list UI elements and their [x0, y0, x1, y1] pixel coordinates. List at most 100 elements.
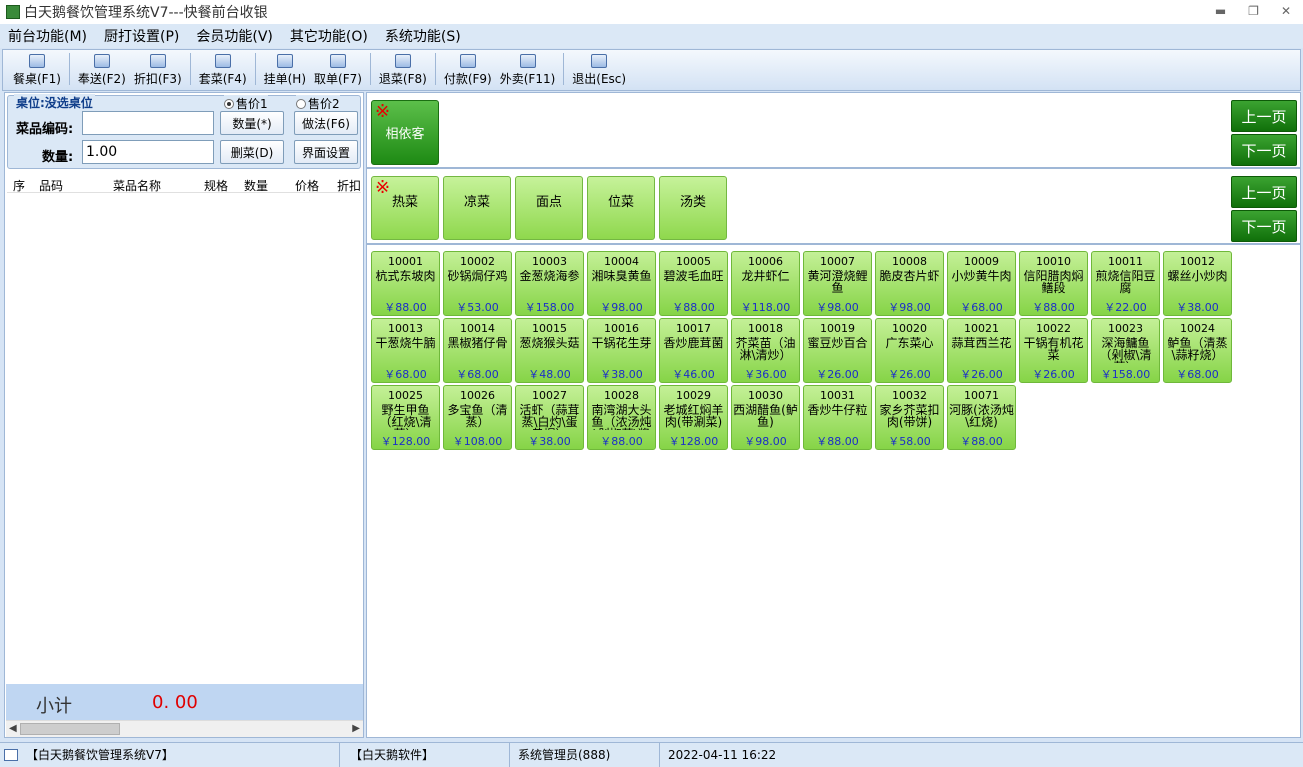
- qty-button[interactable]: 数量(*): [220, 111, 284, 135]
- category-label: 热菜: [391, 195, 418, 210]
- ui-settings-button[interactable]: 界面设置: [294, 140, 358, 164]
- dish-card[interactable]: 10004 湘味臭黄鱼 ￥98.00: [587, 251, 656, 316]
- col-spec: 规格: [204, 179, 229, 193]
- area-next-page-button[interactable]: 下一页: [1231, 134, 1297, 166]
- dish-card[interactable]: 10025 野生甲鱼（红烧\清蒸） ￥128.00: [371, 385, 440, 450]
- dish-card[interactable]: 10031 香炒牛仔粒 ￥88.00: [803, 385, 872, 450]
- dish-card[interactable]: 10002 砂锅焗仔鸡 ￥53.00: [443, 251, 512, 316]
- table-legend: 桌位:没选桌位: [14, 94, 95, 111]
- dish-card[interactable]: 10015 葱烧猴头菇 ￥48.00: [515, 318, 584, 383]
- toolbar-button-2[interactable]: 折扣(F3): [134, 54, 182, 87]
- dish-card[interactable]: 10017 香炒鹿茸菌 ￥46.00: [659, 318, 728, 383]
- price1-radio[interactable]: 售价1: [224, 95, 268, 112]
- dish-price: ￥158.00: [1100, 368, 1151, 381]
- dish-section: 10001 杭式东坡肉 ￥88.00 10002 砂锅焗仔鸡 ￥53.00 10003 金葱烧…: [367, 247, 1300, 737]
- dish-code: 10016: [604, 322, 639, 335]
- menu-other[interactable]: 其它功能(O): [290, 26, 368, 46]
- dish-card[interactable]: 10003 金葱烧海参 ￥158.00: [515, 251, 584, 316]
- dish-card[interactable]: 10024 鲈鱼（清蒸\蒜籽烧） ￥68.00: [1163, 318, 1232, 383]
- toolbar-button-0[interactable]: 餐桌(F1): [13, 54, 61, 87]
- dish-price: ￥26.00: [816, 368, 859, 381]
- dish-card[interactable]: 10016 干锅花生芽 ￥38.00: [587, 318, 656, 383]
- toolbar-label: 付款(F9): [443, 72, 492, 86]
- category-button[interactable]: 凉菜: [443, 176, 511, 240]
- dish-card[interactable]: 10026 多宝鱼（清蒸） ￥108.00: [443, 385, 512, 450]
- area-prev-page-button[interactable]: 上一页: [1231, 100, 1297, 132]
- price2-radio[interactable]: 售价2: [296, 95, 340, 112]
- dish-card[interactable]: 10030 西湖醋鱼(鲈鱼) ￥98.00: [731, 385, 800, 450]
- dish-code: 10027: [532, 389, 567, 402]
- dish-name: 螺丝小炒肉: [1167, 270, 1228, 283]
- dish-card[interactable]: 10014 黑椒猪仔骨 ￥68.00: [443, 318, 512, 383]
- dish-price: ￥88.00: [1032, 301, 1075, 314]
- dish-card[interactable]: 10008 脆皮杏片虾 ￥98.00: [875, 251, 944, 316]
- dish-card[interactable]: 10011 煎烧信阳豆腐 ￥22.00: [1091, 251, 1160, 316]
- dish-name: 杭式东坡肉: [375, 270, 436, 283]
- toolbar-button-7[interactable]: 付款(F9): [444, 54, 492, 87]
- dish-card[interactable]: 10021 蒜茸西兰花 ￥26.00: [947, 318, 1016, 383]
- dish-card[interactable]: 10029 老城红焖羊肉(带涮菜) ￥128.00: [659, 385, 728, 450]
- input-group: 桌位:没选桌位 售价1 售价2 菜品编码: 数量: 1.00 数量(*) 做法(…: [7, 94, 361, 169]
- scroll-right-icon[interactable]: ▶: [352, 723, 360, 734]
- scroll-thumb[interactable]: [20, 723, 120, 735]
- qty-input[interactable]: 1.00: [82, 140, 214, 164]
- dish-card[interactable]: 10009 小炒黄牛肉 ￥68.00: [947, 251, 1016, 316]
- dish-card[interactable]: 10022 干锅有机花菜 ￥26.00: [1019, 318, 1088, 383]
- dish-card[interactable]: 10028 南湾湖大头鱼（浓汤炖\剁椒蒸\酱烧） ￥88.00: [587, 385, 656, 450]
- toolbar-button-4[interactable]: 挂单(H): [264, 54, 306, 87]
- dish-card[interactable]: 10006 龙井虾仁 ￥118.00: [731, 251, 800, 316]
- dish-card[interactable]: 10012 螺丝小炒肉 ￥38.00: [1163, 251, 1232, 316]
- dish-price: ￥68.00: [960, 301, 1003, 314]
- maximize-icon[interactable]: ❐: [1248, 4, 1259, 18]
- toolbar-button-8[interactable]: 外卖(F11): [500, 54, 555, 87]
- horizontal-scrollbar[interactable]: ◀ ▶: [6, 720, 363, 737]
- status-company: 【白天鹅软件】: [342, 743, 510, 767]
- category-prev-page-button[interactable]: 上一页: [1231, 176, 1297, 208]
- dish-price: ￥38.00: [528, 435, 571, 448]
- dish-card[interactable]: 10020 广东菜心 ￥26.00: [875, 318, 944, 383]
- subtotal-label: 小计: [36, 696, 72, 717]
- dish-card[interactable]: 10005 碧波毛血旺 ￥88.00: [659, 251, 728, 316]
- category-next-page-button[interactable]: 下一页: [1231, 210, 1297, 242]
- dish-code: 10007: [820, 255, 855, 268]
- toolbar: 餐桌(F1) 奉送(F2) 折扣(F3) 套菜(F4) 挂单(H) 取单(F7) 退菜(F8…: [2, 49, 1301, 91]
- toolbar-button-5[interactable]: 取单(F7): [314, 54, 362, 87]
- dish-card[interactable]: 10018 芥菜苗（油淋\清炒） ￥36.00: [731, 318, 800, 383]
- toolbar-button-9[interactable]: 退出(Esc): [572, 54, 626, 87]
- dish-card[interactable]: 10023 深海鳙鱼（剁椒\清蒸） ￥158.00: [1091, 318, 1160, 383]
- toolbar-button-6[interactable]: 退菜(F8): [379, 54, 427, 87]
- delete-dish-button[interactable]: 删菜(D): [220, 140, 284, 164]
- dish-code: 10010: [1036, 255, 1071, 268]
- dish-name: 砂锅焗仔鸡: [447, 270, 508, 283]
- category-button[interactable]: ※ 热菜: [371, 176, 439, 240]
- toolbar-button-3[interactable]: 套菜(F4): [199, 54, 247, 87]
- dish-card[interactable]: 10013 干葱烧牛腩 ￥68.00: [371, 318, 440, 383]
- close-icon[interactable]: ✕: [1281, 4, 1291, 18]
- dish-card[interactable]: 10001 杭式东坡肉 ￥88.00: [371, 251, 440, 316]
- toolbar-button-1[interactable]: 奉送(F2): [78, 54, 126, 87]
- category-button[interactable]: 面点: [515, 176, 583, 240]
- dish-card[interactable]: 10019 蜜豆炒百合 ￥26.00: [803, 318, 872, 383]
- dish-card[interactable]: 10071 河豚(浓汤炖\红烧) ￥88.00: [947, 385, 1016, 450]
- dish-card[interactable]: 10007 黄河澄烧鲤鱼 ￥98.00: [803, 251, 872, 316]
- dish-card[interactable]: 10027 活虾（蒜茸蒸\白灼\蛋黄焗） ￥38.00: [515, 385, 584, 450]
- menu-kitchen-print[interactable]: 厨打设置(P): [104, 26, 179, 46]
- toolbar-separator: [68, 52, 70, 85]
- dish-price: ￥88.00: [960, 435, 1003, 448]
- category-button[interactable]: 汤类: [659, 176, 727, 240]
- scroll-left-icon[interactable]: ◀: [9, 723, 17, 734]
- menu-system[interactable]: 系统功能(S): [385, 26, 461, 46]
- menu-member[interactable]: 会员功能(V): [196, 26, 273, 46]
- method-button[interactable]: 做法(F6): [294, 111, 358, 135]
- dish-card[interactable]: 10010 信阳腊肉焖鳝段 ￥88.00: [1019, 251, 1088, 316]
- menu-front[interactable]: 前台功能(M): [8, 26, 87, 46]
- area-section: ※ 相依客 上一页 下一页: [367, 95, 1300, 169]
- col-seq: 序: [13, 179, 26, 193]
- code-input[interactable]: [82, 111, 214, 135]
- category-button[interactable]: 位菜: [587, 176, 655, 240]
- minimize-icon[interactable]: ▬: [1215, 4, 1226, 18]
- dish-code: 10005: [676, 255, 711, 268]
- area-button[interactable]: ※ 相依客: [371, 100, 439, 165]
- toolbar-separator: [254, 52, 256, 85]
- dish-card[interactable]: 10032 家乡芥菜扣肉(带饼) ￥58.00: [875, 385, 944, 450]
